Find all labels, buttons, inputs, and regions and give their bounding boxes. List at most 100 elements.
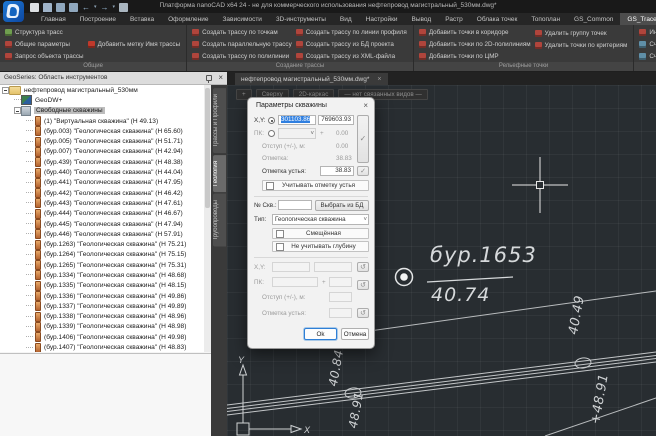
ribbon-button[interactable]: Создать трассу из БД проекта bbox=[296, 39, 407, 51]
tree-item-borehole[interactable]: (бур.1334) "Геологическая скважина" (Н 4… bbox=[0, 270, 204, 280]
borehole-number-input[interactable] bbox=[278, 200, 312, 210]
ignore-depth-checkbox-row[interactable]: Не учитывать глубину bbox=[272, 241, 369, 252]
collapse-icon[interactable] bbox=[2, 87, 9, 94]
mouth-apply-button[interactable]: ✓ bbox=[357, 166, 369, 176]
cancel-button[interactable]: Отмена bbox=[341, 328, 369, 340]
tree-item-borehole[interactable]: (бур.440) "Геологическая скважина" (Н 44… bbox=[0, 167, 204, 177]
tree-item-borehole[interactable]: (бур.1264) "Геологическая скважина" (Н 7… bbox=[0, 250, 204, 260]
ok-button[interactable]: Ok bbox=[304, 328, 337, 340]
checkbox[interactable] bbox=[276, 230, 284, 238]
consider-mouth-checkbox-row[interactable]: Учитывать отметку устья bbox=[262, 180, 369, 191]
document-close-icon[interactable]: × bbox=[377, 76, 381, 83]
ribbon-button[interactable]: Добавить точки по ЦМР bbox=[419, 50, 531, 62]
tree-item-borehole[interactable]: (бур.1336) "Геологическая скважина" (Н 4… bbox=[0, 291, 204, 301]
ribbon-button[interactable]: Добавить точки по 2D-полилиниям bbox=[419, 39, 531, 51]
pick-from-db-button[interactable]: Выбрать из БД bbox=[315, 200, 369, 211]
nanocad-logo-icon[interactable] bbox=[3, 1, 24, 22]
tree-item-borehole[interactable]: (1) "Виртуальная скважина" (Н 49.13) bbox=[0, 116, 204, 126]
document-tab[interactable]: нефтепровод магистральный_530мм.dwg* × bbox=[235, 73, 388, 85]
ribbon-button[interactable]: Создать параллельную трассу bbox=[192, 39, 292, 51]
save-icon[interactable] bbox=[56, 3, 65, 12]
dialog-close-icon[interactable]: × bbox=[363, 101, 368, 110]
ribbon-tab-3[interactable]: Оформление bbox=[161, 13, 215, 25]
side-tab-0[interactable]: Трассы и Профили bbox=[213, 88, 226, 153]
ribbon-tab-5[interactable]: 3D-инструменты bbox=[269, 13, 333, 25]
tree-item-geodw[interactable]: GeoDW+ bbox=[0, 95, 204, 105]
tree-item-borehole[interactable]: (бур.442) "Геологическая скважина" (Н 46… bbox=[0, 188, 204, 198]
ribbon-tab-13[interactable]: GS_Trace bbox=[620, 13, 656, 25]
ribbon-tab-0[interactable]: Главная bbox=[34, 13, 73, 25]
tree-item-borehole[interactable]: (бур.444) "Геологическая скважина" (Н 46… bbox=[0, 209, 204, 219]
mouth-input[interactable]: 38.83 bbox=[320, 166, 354, 176]
ribbon-button[interactable]: Считать отметки точек с ЦМР bbox=[639, 39, 656, 51]
tree-item-borehole[interactable]: (бур.443) "Геологическая скважина" (Н 47… bbox=[0, 198, 204, 208]
ribbon-tab-2[interactable]: Вставка bbox=[123, 13, 161, 25]
palette-close-icon[interactable]: × bbox=[218, 73, 223, 82]
print-icon[interactable] bbox=[119, 3, 128, 12]
tree-item-borehole[interactable]: (бур.441) "Геологическая скважина" (Н 47… bbox=[0, 178, 204, 188]
tree-item-borehole[interactable]: (бур.445) "Геологическая скважина" (Н 47… bbox=[0, 219, 204, 229]
ribbon-tab-8[interactable]: Вывод bbox=[405, 13, 439, 25]
ribbon-button[interactable]: Добавить точки в коридоре bbox=[419, 27, 531, 39]
tree-item-borehole[interactable]: (бур.1339) "Геологическая скважина" (Н 4… bbox=[0, 322, 204, 332]
tree-item-borehole[interactable]: (бур.1337) "Геологическая скважина" (Н 4… bbox=[0, 301, 204, 311]
ribbon-button[interactable]: Удалить точки по критериям bbox=[535, 39, 628, 51]
tree-scrollbar[interactable] bbox=[204, 85, 211, 352]
tree-item-borehole[interactable]: (бур.1335) "Геологическая скважина" (Н 4… bbox=[0, 281, 204, 291]
tree-item-borehole[interactable]: (бур.1338) "Геологическая скважина" (Н 4… bbox=[0, 312, 204, 322]
undo-icon[interactable]: ← bbox=[82, 3, 90, 12]
tree-item-borehole[interactable]: (бур.446) "Геологическая скважина" (Н 57… bbox=[0, 229, 204, 239]
ribbon-button[interactable]: Удалить группу точек bbox=[535, 27, 628, 39]
tree-item-borehole[interactable]: (бур.1407) "Геологическая скважина" (Н 4… bbox=[0, 342, 204, 352]
ribbon-tab-11[interactable]: Топоплан bbox=[524, 13, 567, 25]
ribbon-button[interactable]: Запрос объекта трассы bbox=[5, 50, 84, 62]
collapse-icon[interactable] bbox=[14, 107, 21, 114]
open-file-icon[interactable] bbox=[43, 3, 52, 12]
x-input[interactable]: 301103.86 bbox=[278, 115, 316, 125]
pick-mouth-button[interactable]: ↺ bbox=[357, 308, 369, 318]
type-combo[interactable]: Геологическая скважина bbox=[272, 214, 369, 225]
tree-item-borehole[interactable]: (бур.1406) "Геологическая скважина" (Н 4… bbox=[0, 332, 204, 342]
save-all-icon[interactable] bbox=[69, 3, 78, 12]
ribbon-tab-9[interactable]: Растр bbox=[438, 13, 470, 25]
scrollbar-thumb[interactable] bbox=[205, 88, 210, 208]
ribbon-button[interactable]: Общие параметры bbox=[5, 39, 84, 51]
side-tab-1[interactable]: Геология bbox=[213, 155, 226, 192]
pick-xy-button[interactable]: ↺ bbox=[357, 262, 369, 272]
redo-dropdown-icon[interactable]: ▾ bbox=[113, 3, 116, 12]
side-tab-2[interactable]: Трубопроводы bbox=[213, 194, 226, 247]
pick-pk-button[interactable]: ↺ bbox=[357, 280, 369, 290]
ribbon-tab-6[interactable]: Вид bbox=[333, 13, 359, 25]
ribbon-button[interactable]: Структура трасс bbox=[5, 27, 84, 39]
tree-item-borehole[interactable]: (бур.005) "Геологическая скважина" (Н 51… bbox=[0, 136, 204, 146]
ribbon-button[interactable]: Создать трассу из XML-файла bbox=[296, 50, 407, 62]
pk-combo[interactable] bbox=[278, 128, 316, 139]
tree-item-borehole[interactable]: (бур.007) "Геологическая скважина" (Н 42… bbox=[0, 147, 204, 157]
undo-dropdown-icon[interactable]: ▾ bbox=[94, 3, 97, 12]
ribbon-tab-12[interactable]: GS_Common bbox=[567, 13, 620, 25]
tree-item-borehole[interactable]: (бур.1263) "Геологическая скважина" (Н 7… bbox=[0, 239, 204, 249]
y-input[interactable]: 769603.93 bbox=[318, 115, 354, 125]
tree-item-root[interactable]: нефтепровод магистральный_530мм bbox=[0, 85, 204, 95]
ribbon-button[interactable]: Создать трассу по линии профиля bbox=[296, 27, 407, 39]
pk-radio[interactable] bbox=[268, 130, 275, 137]
ribbon-button[interactable]: Создать трассу по полилинии bbox=[192, 50, 292, 62]
checkbox[interactable] bbox=[276, 243, 284, 251]
checkbox[interactable] bbox=[266, 182, 274, 190]
tree-item-borehole[interactable]: (бур.439) "Геологическая скважина" (Н 48… bbox=[0, 157, 204, 167]
ribbon-button[interactable]: Интерполировать отметки точек bbox=[639, 27, 656, 39]
pin-icon[interactable] bbox=[205, 75, 211, 82]
ribbon-tab-7[interactable]: Настройки bbox=[359, 13, 405, 25]
redo-icon[interactable]: → bbox=[101, 3, 109, 12]
tree-item-borehole[interactable]: (бур.003) "Геологическая скважина" (Н 65… bbox=[0, 126, 204, 136]
ribbon-tab-1[interactable]: Построение bbox=[73, 13, 123, 25]
new-file-icon[interactable] bbox=[30, 3, 39, 12]
ribbon-button[interactable]: Создать трассу по точкам bbox=[192, 27, 292, 39]
ribbon-button[interactable]: Добавить метку Имя трассы bbox=[88, 39, 181, 51]
ribbon-tab-4[interactable]: Зависимости bbox=[215, 13, 268, 25]
shifted-checkbox-row[interactable]: Смещённая bbox=[272, 228, 369, 239]
tree-item-free-boreholes[interactable]: Свободные скважины bbox=[0, 106, 204, 116]
ribbon-tab-10[interactable]: Облака точек bbox=[470, 13, 525, 25]
apply-coordinates-button[interactable]: ✓ bbox=[357, 115, 369, 163]
xy-radio[interactable] bbox=[268, 117, 275, 124]
